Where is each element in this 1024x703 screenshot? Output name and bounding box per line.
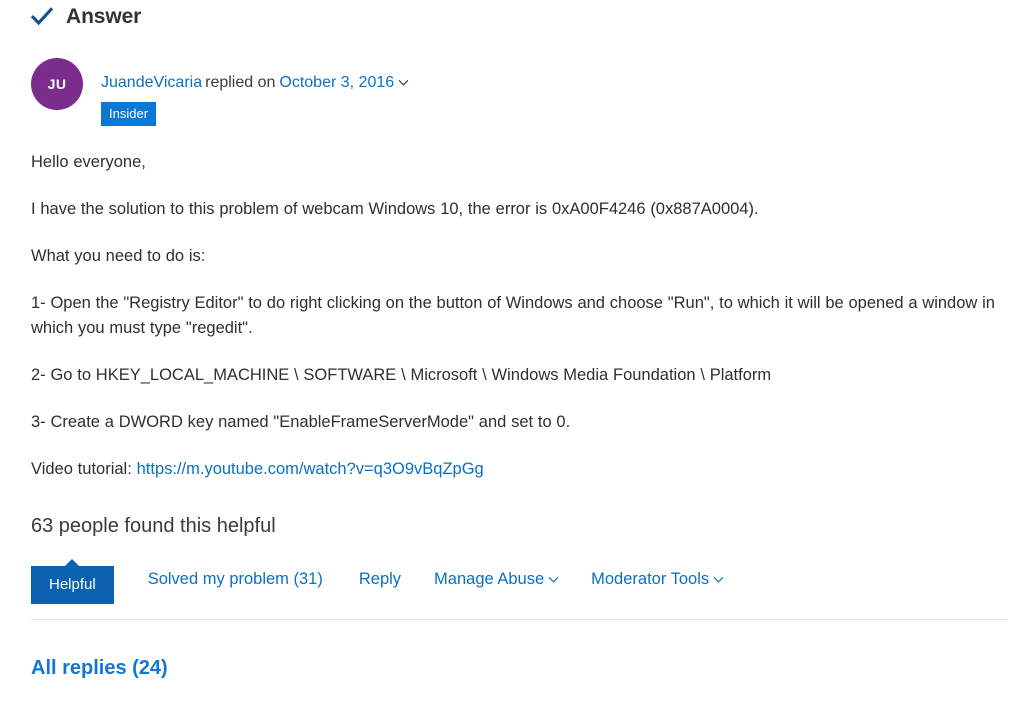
video-tutorial-label: Video tutorial: — [31, 460, 137, 478]
paragraph-step-3: 3- Create a DWORD key named "EnableFrame… — [31, 413, 571, 431]
answer-body: Hello everyone, I have the solution to t… — [31, 150, 1009, 482]
paragraph-step-1: 1- Open the "Registry Editor" to do righ… — [31, 294, 995, 337]
moderator-tools-label: Moderator Tools — [591, 570, 710, 588]
manage-abuse-label: Manage Abuse — [434, 570, 545, 588]
paragraph-greeting: Hello everyone, — [31, 153, 146, 171]
paragraph-video: Video tutorial: https://m.youtube.com/wa… — [31, 457, 1009, 482]
helpful-button-notch — [64, 559, 81, 567]
author-line: JuandeVicaria replied on October 3, 2016 — [101, 73, 409, 93]
action-bar: Helpful Solved my problem (31) Reply Man… — [31, 559, 724, 604]
section-divider — [31, 619, 1008, 620]
replied-on-label: replied on — [205, 74, 276, 91]
check-icon — [31, 7, 53, 26]
chevron-down-icon — [713, 577, 724, 583]
paragraph-step-2: 2- Go to HKEY_LOCAL_MACHINE \ SOFTWARE \… — [31, 366, 772, 384]
solved-my-problem-link[interactable]: Solved my problem (31) — [148, 571, 323, 588]
avatar: JU — [31, 58, 83, 110]
manage-abuse-link[interactable]: Manage Abuse — [434, 571, 559, 588]
paragraph-lead-in: What you need to do is: — [31, 247, 206, 265]
answer-page: Answer JU JuandeVicaria replied on October… — [0, 0, 1024, 703]
paragraph-intro: I have the solution to this problem of w… — [31, 200, 759, 218]
author-name-link[interactable]: JuandeVicaria — [101, 74, 202, 91]
all-replies-link[interactable]: All replies (24) — [31, 655, 168, 681]
helpful-button-label: Helpful — [49, 576, 96, 593]
status-badge: Insider — [101, 102, 157, 126]
helpful-button[interactable]: Helpful — [31, 559, 114, 604]
page-title: Answer — [66, 5, 142, 28]
chevron-down-icon — [548, 577, 559, 583]
reply-link[interactable]: Reply — [359, 571, 401, 588]
reply-date-link[interactable]: October 3, 2016 — [279, 74, 394, 91]
helpful-count-text: 63 people found this helpful — [31, 515, 276, 537]
answer-header: Answer — [31, 6, 141, 28]
author-block: JU JuandeVicaria replied on October 3, 201… — [31, 58, 409, 126]
moderator-tools-link[interactable]: Moderator Tools — [591, 571, 724, 588]
chevron-down-icon[interactable] — [398, 77, 409, 88]
author-meta: JuandeVicaria replied on October 3, 2016 I… — [101, 58, 409, 126]
video-tutorial-link[interactable]: https://m.youtube.com/watch?v=q3O9vBqZpG… — [137, 460, 484, 478]
